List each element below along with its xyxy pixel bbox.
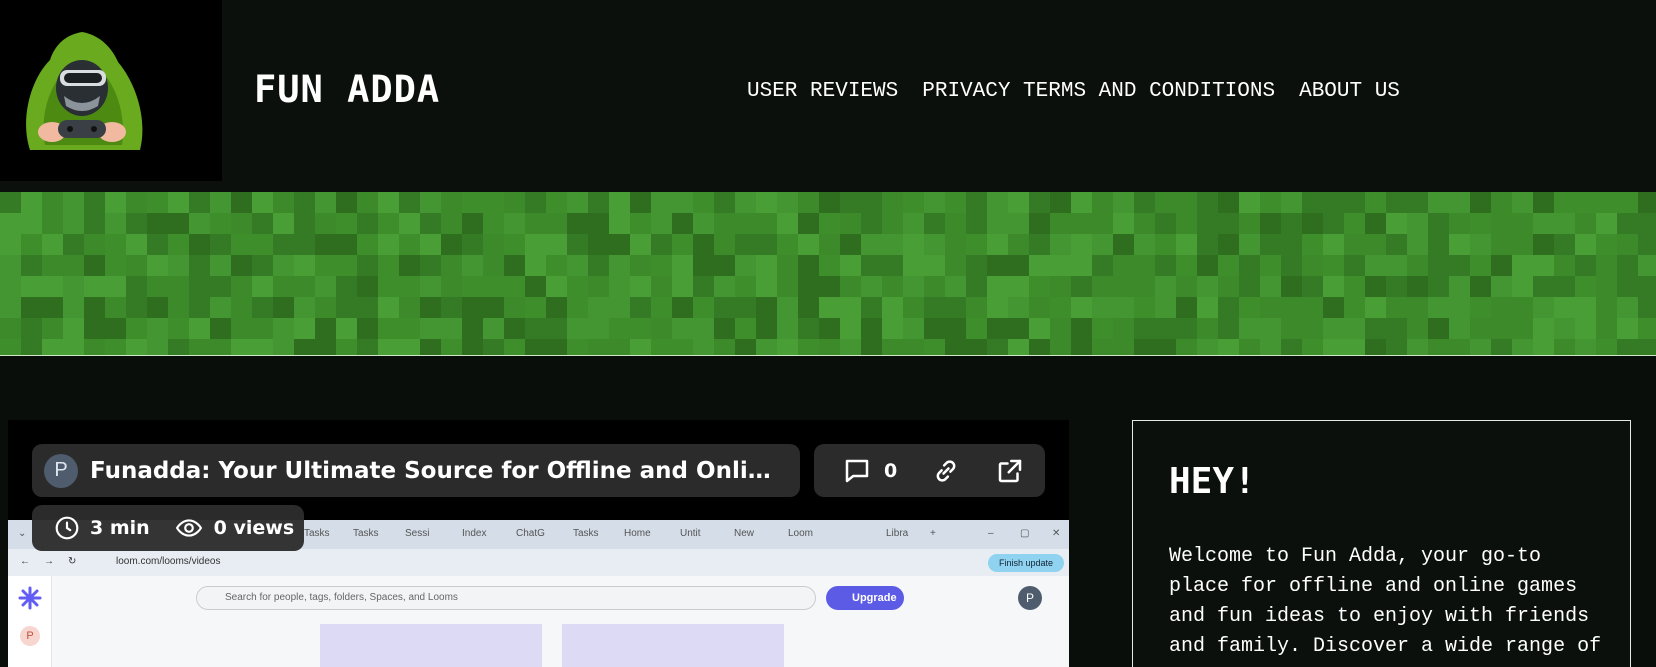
browser-tab: Loom [788, 528, 814, 539]
site-title[interactable]: FUN ADDA [254, 68, 440, 111]
duration-text: 3 min [90, 517, 150, 539]
browser-tab: Tasks [304, 528, 330, 539]
loom-video-embed[interactable]: ⌄ Tasks Tasks Sessi Index ChatG Tasks Ho… [8, 420, 1069, 667]
site-header: FUN ADDA USER REVIEWS PRIVACY TERMS AND … [0, 0, 1656, 192]
nav-privacy-terms[interactable]: PRIVACY TERMS AND CONDITIONS [922, 80, 1275, 103]
tab-dropdown-icon: ⌄ [18, 528, 27, 539]
creator-avatar: P [44, 453, 78, 488]
main-nav: USER REVIEWS PRIVACY TERMS AND CONDITION… [747, 80, 1400, 103]
window-close-icon: ✕ [1052, 528, 1061, 539]
profile-avatar: P [1018, 586, 1042, 610]
browser-address-bar: ← → ↻ loom.com/looms/videos Finish updat… [8, 549, 1069, 576]
eye-icon [175, 519, 202, 537]
open-external-icon[interactable] [995, 456, 1025, 486]
video-actions-bar: 0 [814, 444, 1045, 497]
views-text: 0 views [213, 517, 295, 539]
duration: 3 min [54, 515, 150, 541]
video-meta-bar: 3 min 0 views [32, 505, 304, 551]
reload-icon: ↻ [68, 556, 77, 567]
loom-search-input: Search for people, tags, folders, Spaces… [196, 586, 816, 610]
welcome-heading: HEY! [1169, 461, 1256, 502]
browser-tab: Tasks [573, 528, 599, 539]
finish-update-button: Finish update [988, 554, 1064, 572]
upgrade-button: Upgrade [826, 586, 904, 610]
loom-logo-icon [18, 586, 42, 610]
browser-tab: Index [462, 528, 487, 539]
nav-about-us[interactable]: ABOUT US [1299, 80, 1400, 103]
comments-button[interactable]: 0 [842, 456, 897, 486]
clock-icon [55, 516, 79, 540]
comment-icon [845, 459, 869, 482]
video-title[interactable]: Funadda: Your Ultimate Source for Offlin… [90, 458, 786, 484]
comment-count: 0 [884, 459, 898, 482]
video-thumbnail [320, 624, 542, 667]
loom-sidebar: P [8, 576, 52, 667]
forward-icon: → [44, 556, 54, 567]
workspace-avatar: P [20, 626, 40, 646]
copy-link-icon[interactable] [931, 456, 961, 486]
welcome-card: HEY! Welcome to Fun Adda, your go-to pla… [1132, 420, 1631, 667]
browser-tab: ChatG [516, 528, 545, 539]
browser-tab: New [734, 528, 755, 539]
site-logo[interactable] [0, 0, 222, 181]
hooded-gamer-logo-icon [0, 0, 222, 181]
window-maximize-icon: ▢ [1020, 528, 1030, 539]
views: 0 views [174, 515, 294, 541]
browser-tab: Untit [680, 528, 701, 539]
welcome-text: Welcome to Fun Adda, your go-to place fo… [1169, 545, 1602, 658]
browser-tab: Sessi [405, 528, 430, 539]
window-minimize-icon: – [988, 528, 994, 539]
new-tab-icon: + [930, 528, 936, 539]
browser-tab: Libra [886, 528, 909, 539]
pixel-grass-banner [0, 192, 1656, 355]
banner-divider [0, 355, 1656, 356]
url-text: loom.com/looms/videos [116, 556, 221, 567]
nav-user-reviews[interactable]: USER REVIEWS [747, 80, 898, 103]
video-title-bar[interactable]: P Funadda: Your Ultimate Source for Offl… [32, 444, 800, 497]
pixel-pattern [0, 192, 1656, 355]
video-thumbnail [562, 624, 784, 667]
browser-tab: Tasks [353, 528, 379, 539]
loom-app-view: P Search for people, tags, folders, Spac… [8, 576, 1069, 667]
back-icon: ← [20, 556, 30, 567]
browser-tab: Home [624, 528, 651, 539]
